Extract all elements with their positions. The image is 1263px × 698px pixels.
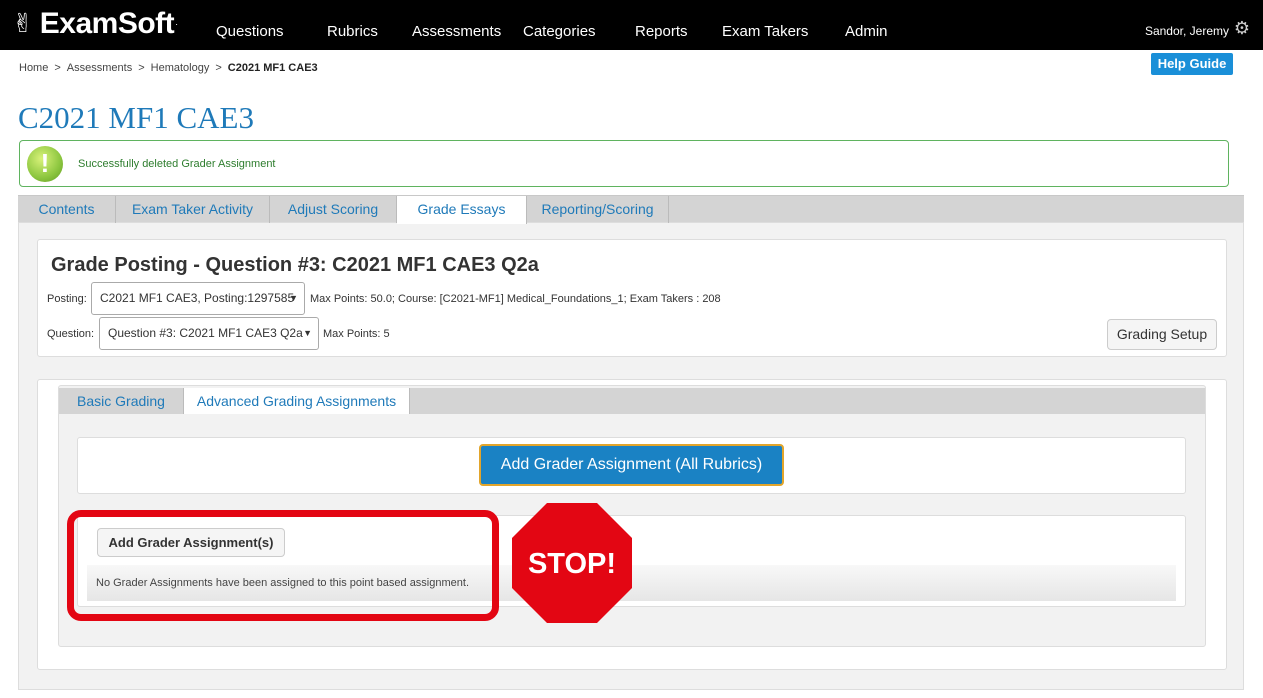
question-select-value: Question #3: C2021 MF1 CAE3 Q2a — [108, 326, 303, 340]
breadcrumb-separator: > — [215, 62, 222, 74]
nav-exam-takers[interactable]: Exam Takers — [722, 0, 808, 50]
nav-questions[interactable]: Questions — [216, 0, 284, 50]
highlight-frame — [67, 510, 499, 621]
stop-sign-icon: STOP! — [512, 503, 632, 623]
tab-reporting-scoring[interactable]: Reporting/Scoring — [527, 196, 669, 223]
breadcrumb-assessments[interactable]: Assessments — [67, 62, 132, 74]
success-alert: Successfully deleted Grader Assignment — [19, 140, 1229, 187]
question-info: Max Points: 5 — [323, 328, 390, 340]
gear-icon[interactable]: ⚙ — [1233, 20, 1251, 38]
nav-reports[interactable]: Reports — [635, 0, 688, 50]
breadcrumb-hematology[interactable]: Hematology — [151, 62, 210, 74]
grade-posting-title: Grade Posting - Question #3: C2021 MF1 C… — [51, 254, 539, 276]
top-navbar: ✌ ExamSoft · Questions Rubrics Assessmen… — [0, 0, 1263, 50]
nav-rubrics[interactable]: Rubrics — [327, 0, 378, 50]
nav-assessments[interactable]: Assessments — [412, 0, 501, 50]
breadcrumb-separator: > — [54, 62, 61, 74]
logo-hand-icon: ✌ — [12, 9, 34, 39]
breadcrumb-current: C2021 MF1 CAE3 — [227, 62, 318, 74]
tab-basic-grading[interactable]: Basic Grading — [59, 388, 184, 414]
breadcrumb-separator: > — [138, 62, 145, 74]
nav-admin[interactable]: Admin — [845, 0, 888, 50]
chevron-down-icon: ▼ — [289, 293, 298, 303]
breadcrumb: Home > Assessments > Hematology > C2021 MF1 CA… — [19, 62, 318, 74]
posting-label: Posting: — [47, 293, 87, 305]
add-grader-assignment-all-rubrics-button[interactable]: Add Grader Assignment (All Rubrics) — [479, 444, 784, 486]
alert-message: Successfully deleted Grader Assignment — [78, 158, 276, 170]
tab-adjust-scoring[interactable]: Adjust Scoring — [270, 196, 397, 223]
stop-sign-text: STOP! — [528, 548, 616, 580]
grading-sub-tabs: Basic Grading Advanced Grading Assignmen… — [59, 388, 1205, 414]
examsoft-logo[interactable]: ✌ ExamSoft · — [12, 6, 178, 42]
breadcrumb-home[interactable]: Home — [19, 62, 48, 74]
tab-exam-taker-activity[interactable]: Exam Taker Activity — [116, 196, 270, 223]
posting-select[interactable]: C2021 MF1 CAE3, Posting:1297585 ▼ — [91, 282, 305, 315]
grading-setup-button[interactable]: Grading Setup — [1107, 319, 1217, 350]
help-guide-button[interactable]: Help Guide — [1151, 53, 1233, 75]
logo-text: ExamSoft — [39, 7, 175, 40]
exclamation-icon — [27, 146, 63, 182]
nav-categories[interactable]: Categories — [523, 0, 596, 50]
tab-advanced-grading-assignments[interactable]: Advanced Grading Assignments — [184, 388, 410, 414]
chevron-down-icon: ▼ — [303, 328, 312, 338]
posting-info: Max Points: 50.0; Course: [C2021-MF1] Me… — [310, 293, 721, 305]
posting-select-value: C2021 MF1 CAE3, Posting:1297585 — [100, 291, 295, 305]
tab-contents[interactable]: Contents — [18, 196, 116, 223]
page-title: C2021 MF1 CAE3 — [18, 100, 254, 135]
tab-grade-essays[interactable]: Grade Essays — [397, 196, 527, 224]
main-tabs: Contents Exam Taker Activity Adjust Scor… — [18, 195, 1244, 224]
logo-trademark: · — [175, 19, 179, 29]
question-label: Question: — [47, 328, 95, 340]
question-select[interactable]: Question #3: C2021 MF1 CAE3 Q2a ▼ — [99, 317, 319, 350]
user-name[interactable]: Sandor, Jeremy — [1145, 24, 1229, 38]
